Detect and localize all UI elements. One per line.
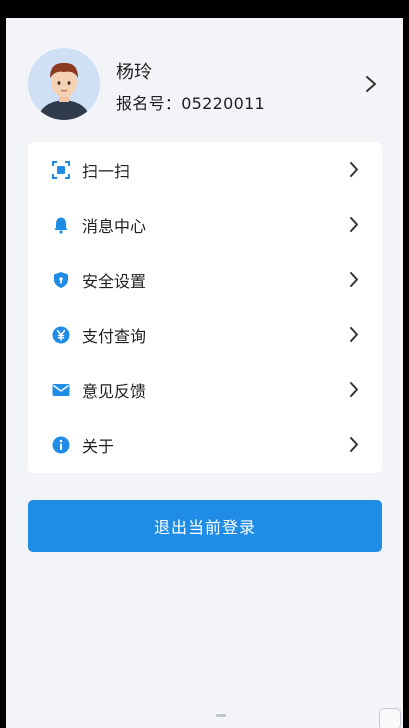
menu-card: 扫一扫 消息中心 安全设置 支付查询 意见反馈 关于 [28, 142, 382, 473]
logout-button[interactable]: 退出当前登录 [28, 500, 382, 552]
bell-icon [52, 216, 70, 234]
chevron-right-icon [350, 327, 358, 342]
scan-icon [52, 160, 70, 179]
menu-item-scan[interactable]: 扫一扫 [28, 142, 382, 197]
profile-header[interactable]: 杨玲 报名号：05220011 [6, 18, 403, 142]
menu-label: 关于 [82, 436, 115, 456]
menu-label: 安全设置 [82, 271, 147, 291]
menu-label: 扫一扫 [82, 161, 131, 181]
chevron-right-icon [350, 162, 358, 177]
registration-label: 报名号： [116, 94, 182, 113]
menu-item-about[interactable]: 关于 [28, 417, 382, 472]
info-icon [52, 436, 70, 454]
registration-number: 报名号：05220011 [116, 90, 265, 114]
chevron-right-icon [366, 76, 376, 92]
menu-item-feedback[interactable]: 意见反馈 [28, 362, 382, 417]
user-name: 杨玲 [116, 62, 152, 83]
menu-label: 消息中心 [82, 216, 147, 236]
menu-label: 意见反馈 [82, 381, 147, 401]
menu-label: 支付查询 [82, 326, 147, 346]
chevron-right-icon [350, 272, 358, 287]
chevron-right-icon [350, 217, 358, 232]
mail-icon [52, 381, 70, 399]
menu-item-payment[interactable]: 支付查询 [28, 307, 382, 362]
chevron-right-icon [350, 437, 358, 452]
floating-window-button[interactable] [379, 708, 401, 728]
yuan-icon [52, 326, 70, 344]
registration-value: 05220011 [181, 94, 266, 113]
home-indicator[interactable] [216, 714, 226, 717]
app-screen: 杨玲 报名号：05220011 扫一扫 消息中心 安全设置 支付查询 意见反馈 … [6, 18, 403, 728]
chevron-right-icon [350, 382, 358, 397]
avatar [28, 48, 100, 120]
user-avatar-icon [28, 48, 100, 120]
menu-item-security[interactable]: 安全设置 [28, 252, 382, 307]
menu-item-messages[interactable]: 消息中心 [28, 197, 382, 252]
shield-icon [52, 271, 70, 289]
